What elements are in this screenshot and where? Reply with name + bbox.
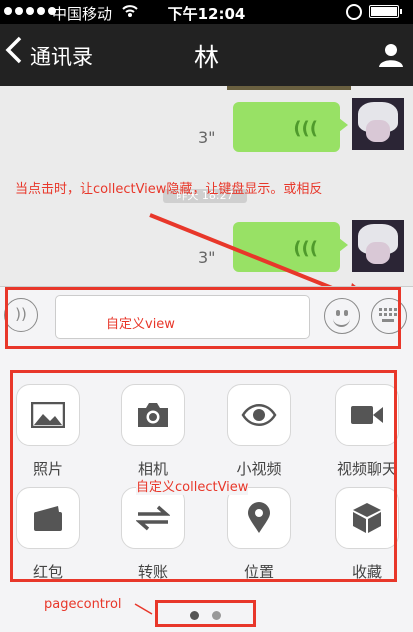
annotation-pagecontrol: pagecontrol <box>44 597 122 612</box>
rotation-lock-icon <box>346 4 362 20</box>
navigation-bar: 通讯录 林 <box>0 24 413 86</box>
pagecontrol-highlight <box>155 600 256 627</box>
avatar <box>227 86 351 90</box>
voice-message-bubble[interactable]: ((( <box>233 102 348 152</box>
voice-wave-icon: ((( <box>293 238 318 259</box>
voice-message-bubble[interactable]: ((( <box>233 222 348 272</box>
annotation-custom-view: 自定义view <box>106 317 175 332</box>
annotation-collect-toggle: 当点击时，让collectView隐藏，让键盘显示。或相反 <box>15 182 323 197</box>
battery-icon <box>369 5 402 18</box>
page-title: 林 <box>193 43 219 72</box>
voice-duration: 3" <box>198 128 216 147</box>
voice-duration: 3" <box>198 248 216 267</box>
status-bar: 中国移动 下午12:04 <box>0 0 413 24</box>
profile-icon[interactable] <box>378 42 404 72</box>
avatar[interactable] <box>352 220 404 272</box>
custom-view-highlight <box>5 287 401 349</box>
voice-wave-icon: ((( <box>293 118 318 139</box>
avatar[interactable] <box>352 98 404 150</box>
annotation-custom-collect-view: 自定义collectView <box>136 476 249 495</box>
